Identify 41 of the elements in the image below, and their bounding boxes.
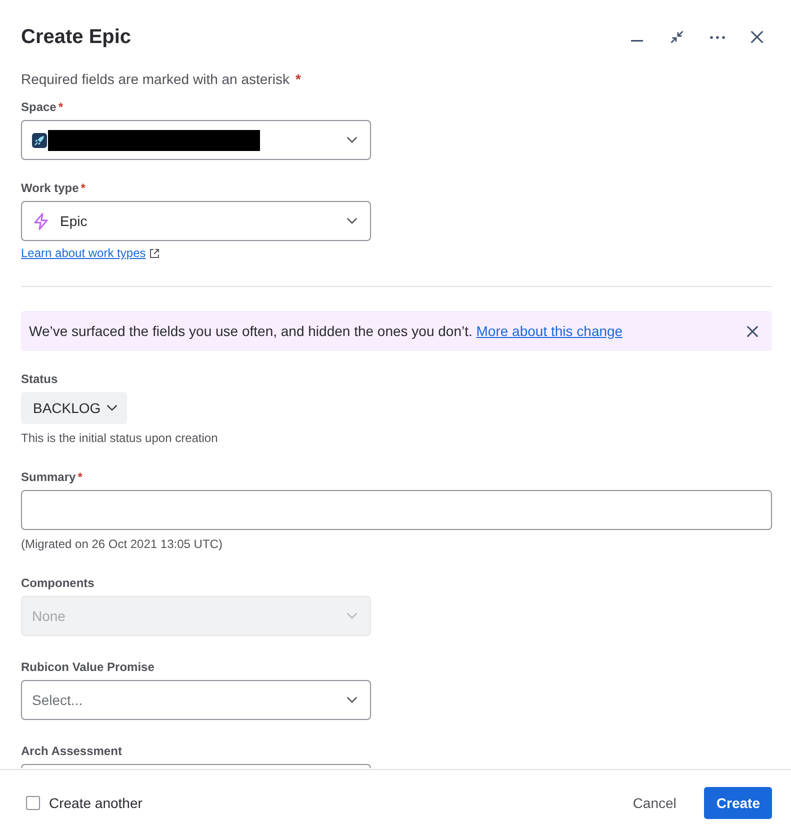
banner-link[interactable]: More about this change <box>476 323 623 339</box>
chevron-down-icon <box>347 697 357 703</box>
submit-button[interactable]: Create <box>704 787 772 819</box>
lightning-icon <box>34 212 48 230</box>
required-asterisk: * <box>295 70 301 89</box>
more-icon[interactable] <box>710 36 724 38</box>
learn-link[interactable]: Learn about work types <box>21 245 159 261</box>
field-label: Status <box>21 371 58 387</box>
rocket-icon <box>32 132 47 148</box>
chevron-down-icon <box>347 218 357 224</box>
work-type-select[interactable]: Epic <box>21 201 371 241</box>
field-label: Arch Assessment <box>21 743 122 759</box>
banner-message: We’ve surfaced the fields you use often, and hidden the ones you don’t. More about this change <box>29 322 623 341</box>
field-label: Space <box>21 99 56 115</box>
dropdown-select[interactable] <box>21 764 371 768</box>
minimize-icon[interactable] <box>631 40 643 42</box>
close-icon[interactable] <box>751 31 763 43</box>
required-note: Required fields are marked with an asterisk <box>21 70 290 89</box>
field-label: Work type <box>21 180 79 196</box>
collapse-icon[interactable] <box>671 31 683 43</box>
external-link-icon <box>150 248 159 258</box>
text-input[interactable] <box>21 490 772 530</box>
close-icon[interactable] <box>746 326 758 336</box>
create-another-checkbox[interactable] <box>26 796 40 810</box>
help-text: This is the initial status upon creation <box>21 430 219 446</box>
checkbox-label: Create another <box>49 795 142 811</box>
field-label: Rubicon Value Promise <box>21 659 154 675</box>
field-label: Components <box>21 575 94 591</box>
help-text: (Migrated on 26 Oct 2021 13:05 UTC) <box>21 536 224 552</box>
status-dropdown[interactable]: BACKLOG <box>21 392 127 424</box>
chevron-down-icon <box>106 405 117 411</box>
dialog-title: Create Epic <box>21 25 132 49</box>
chevron-down-icon <box>347 613 357 619</box>
dropdown-select[interactable]: Select... <box>21 680 371 720</box>
chevron-down-icon <box>347 137 357 143</box>
field-label: Summary <box>21 469 76 485</box>
cancel-button[interactable]: Cancel <box>620 787 688 819</box>
space-select[interactable] <box>21 120 371 160</box>
required-asterisk: * <box>78 470 82 484</box>
required-asterisk: * <box>58 100 64 114</box>
required-asterisk: * <box>80 181 86 195</box>
